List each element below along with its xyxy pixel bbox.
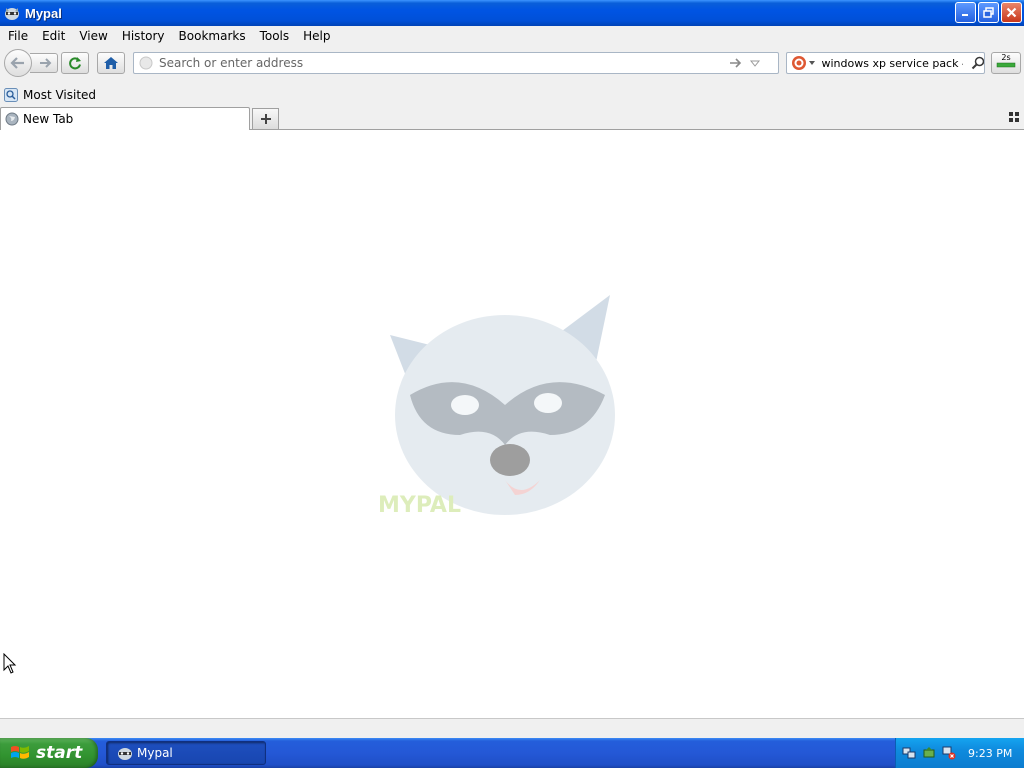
raccoon-app-icon: [5, 8, 19, 20]
menu-bookmarks[interactable]: Bookmarks: [171, 29, 252, 43]
menu-tools[interactable]: Tools: [252, 29, 296, 43]
title-bar[interactable]: Mypal: [0, 0, 1024, 26]
menu-view[interactable]: View: [71, 29, 113, 43]
window-title: Mypal: [25, 5, 62, 21]
network-icon[interactable]: [902, 746, 916, 760]
raccoon-app-icon: [118, 748, 132, 760]
forward-arrow-icon: [39, 58, 51, 68]
navigation-toolbar: windows xp service pack 4 2s: [0, 46, 1024, 84]
menu-help[interactable]: Help: [295, 29, 336, 43]
bookmark-most-visited[interactable]: Most Visited: [4, 88, 96, 102]
reload-button[interactable]: [61, 52, 89, 74]
tab-groups-icon[interactable]: [1009, 112, 1019, 122]
system-tray: 9:23 PM: [895, 738, 1024, 768]
network-warning-icon[interactable]: [942, 746, 956, 760]
safely-remove-hardware-icon[interactable]: [922, 746, 936, 760]
address-input[interactable]: [157, 55, 721, 71]
chevron-down-icon: [808, 61, 815, 65]
close-icon: [1006, 7, 1017, 18]
globe-icon: [5, 112, 19, 126]
clock[interactable]: 9:23 PM: [968, 747, 1012, 760]
plus-icon: [260, 114, 271, 124]
tab-label: New Tab: [23, 112, 74, 126]
tab-new-tab[interactable]: New Tab: [0, 107, 250, 130]
reload-icon: [69, 57, 81, 70]
restore-icon: [983, 7, 994, 18]
page-content[interactable]: MYPAL: [0, 130, 1024, 718]
most-visited-icon: [4, 88, 18, 102]
restore-button[interactable]: [978, 2, 999, 23]
windows-logo-icon: [11, 746, 29, 759]
site-identity-icon: [139, 56, 153, 70]
download-progress-icon: [996, 62, 1016, 68]
history-dropdown-icon[interactable]: [749, 58, 761, 68]
close-button[interactable]: [1001, 2, 1022, 23]
logo-wordmark: MYPAL: [378, 493, 461, 518]
home-icon: [104, 57, 118, 69]
taskbar-item-label: Mypal: [137, 746, 173, 760]
downloads-button[interactable]: 2s: [991, 52, 1021, 74]
search-icon[interactable]: [971, 56, 984, 70]
back-forward-group: [4, 49, 60, 77]
forward-button[interactable]: [30, 53, 58, 73]
menu-bar: File Edit View History Bookmarks Tools H…: [0, 26, 1024, 46]
taskbar-item-mypal[interactable]: Mypal: [106, 741, 266, 765]
download-time-label: 2s: [1001, 53, 1011, 62]
status-bar: [0, 718, 1024, 738]
minimize-icon: [962, 14, 968, 16]
bookmark-label: Most Visited: [23, 88, 97, 102]
search-input[interactable]: windows xp service pack 4: [821, 57, 962, 70]
menu-edit[interactable]: Edit: [34, 29, 71, 43]
back-button[interactable]: [4, 49, 32, 77]
home-button[interactable]: [97, 52, 125, 74]
menu-file[interactable]: File: [0, 29, 34, 43]
start-button[interactable]: start: [0, 738, 98, 768]
back-arrow-icon: [10, 57, 24, 69]
tab-strip: New Tab: [0, 106, 1024, 130]
raccoon-logo: MYPAL: [378, 295, 615, 518]
minimize-button[interactable]: [955, 2, 976, 23]
taskbar: start Mypal 9:23 PM: [0, 738, 1024, 768]
menu-history[interactable]: History: [114, 29, 171, 43]
search-engine-icon[interactable]: [791, 55, 808, 71]
go-arrow-icon[interactable]: [729, 57, 743, 69]
address-bar[interactable]: [133, 52, 779, 74]
bookmarks-toolbar: Most Visited: [0, 84, 1024, 106]
mouse-cursor-icon: [3, 653, 17, 674]
new-tab-button[interactable]: [252, 108, 279, 129]
search-bar[interactable]: windows xp service pack 4: [786, 52, 985, 74]
start-label: start: [36, 743, 83, 763]
